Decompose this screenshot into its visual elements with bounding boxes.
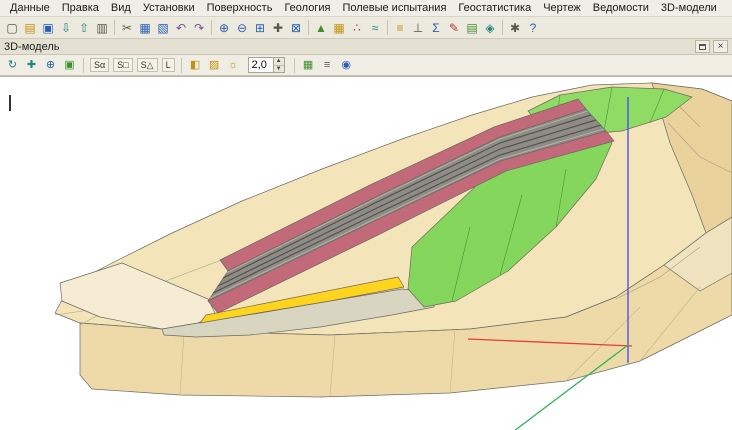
float-panel-button[interactable] [695, 40, 710, 53]
zoom-in-icon[interactable]: ⊕ [215, 19, 233, 37]
panel-3d-toolbar: ↻ ✚ ⊕ ▣ Sα S□ S△ L ◧ ▨ ☼ 2,0 ▲ ▼ ▦ ≡ ◉ [0, 55, 732, 76]
toolbar-separator [387, 20, 388, 35]
import-icon[interactable]: ⇩ [57, 19, 75, 37]
menu-item-field-tests[interactable]: Полевые испытания [336, 1, 452, 15]
panel-title: 3D-модель [4, 41, 59, 53]
vertical-scale-spinner[interactable]: 2,0 ▲ ▼ [248, 57, 285, 73]
drawing-icon[interactable]: ✎ [445, 19, 463, 37]
camera-icon[interactable]: ◉ [338, 57, 355, 74]
toolbar-separator [114, 20, 115, 35]
settings-icon[interactable]: ✱ [506, 19, 524, 37]
menu-item-drawing[interactable]: Чертеж [537, 1, 587, 15]
toggle-surface-solid-button[interactable]: S□ [113, 58, 132, 73]
export-icon[interactable]: ⇧ [75, 19, 93, 37]
orbit-icon[interactable]: ↻ [4, 57, 21, 74]
zoom-extents-icon[interactable]: ⊠ [287, 19, 305, 37]
toggle-lines-button[interactable]: L [162, 58, 175, 73]
light-icon[interactable]: ☼ [225, 57, 242, 74]
cut-icon[interactable]: ✂ [118, 19, 136, 37]
menu-item-surface[interactable]: Поверхность [201, 1, 279, 15]
viewport-3d[interactable] [0, 76, 732, 430]
viewport-canvas[interactable] [0, 77, 732, 430]
pan-view-icon[interactable]: ✚ [23, 57, 40, 74]
close-panel-button[interactable]: × [713, 40, 728, 53]
texture-icon[interactable]: ▨ [206, 57, 223, 74]
contours-icon[interactable]: ≈ [366, 19, 384, 37]
toolbar-separator [83, 58, 84, 73]
pan-icon[interactable]: ✚ [269, 19, 287, 37]
layers-3d-icon[interactable]: ≡ [319, 57, 336, 74]
menu-item-reports[interactable]: Ведомости [587, 1, 655, 15]
grid-3d-icon[interactable]: ▦ [300, 57, 317, 74]
report-icon[interactable]: ▤ [463, 19, 481, 37]
help-icon[interactable]: ? [524, 19, 542, 37]
toolbar-separator [502, 20, 503, 35]
toolbar-separator [294, 58, 295, 73]
statistics-icon[interactable]: Σ [427, 19, 445, 37]
toggle-surface-alpha-button[interactable]: Sα [90, 58, 109, 73]
grid-icon[interactable]: ▦ [330, 19, 348, 37]
menu-item-edit[interactable]: Правка [56, 1, 105, 15]
copy-icon[interactable]: ▦ [136, 19, 154, 37]
float-icon [699, 44, 706, 50]
zoom-window-icon[interactable]: ⊞ [251, 19, 269, 37]
toggle-surface-mesh-button[interactable]: S△ [137, 58, 158, 73]
undo-icon[interactable]: ↶ [172, 19, 190, 37]
zoom-out-icon[interactable]: ⊖ [233, 19, 251, 37]
model3d-icon[interactable]: ◈ [481, 19, 499, 37]
spinner-up-icon[interactable]: ▲ [274, 58, 284, 66]
vertical-scale-value[interactable]: 2,0 [249, 59, 273, 71]
fill-style-icon[interactable]: ◧ [187, 57, 204, 74]
paste-icon[interactable]: ▧ [154, 19, 172, 37]
menu-item-settings[interactable]: Установки [137, 1, 201, 15]
fit-view-icon[interactable]: ▣ [61, 57, 78, 74]
new-file-icon[interactable]: ▢ [3, 19, 21, 37]
toolbar-separator [308, 20, 309, 35]
zoom-view-icon[interactable]: ⊕ [42, 57, 59, 74]
menu-item-view[interactable]: Вид [105, 1, 137, 15]
menu-item-geostatistics[interactable]: Геостатистика [452, 1, 537, 15]
surface-icon[interactable]: ▲ [312, 19, 330, 37]
spinner-arrows: ▲ ▼ [273, 58, 284, 72]
print-icon[interactable]: ▥ [93, 19, 111, 37]
spinner-down-icon[interactable]: ▼ [274, 66, 284, 73]
menu-item-data[interactable]: Данные [4, 1, 56, 15]
toolbar-separator [211, 20, 212, 35]
panel-title-bar: 3D-модель × [0, 39, 732, 55]
points-icon[interactable]: ∴ [348, 19, 366, 37]
open-file-icon[interactable]: ▤ [21, 19, 39, 37]
menu-item-geology[interactable]: Геология [278, 1, 336, 15]
menu-item-3d-models[interactable]: 3D-модели [655, 1, 723, 15]
save-icon[interactable]: ▣ [39, 19, 57, 37]
geology-icon[interactable]: ≡ [391, 19, 409, 37]
borehole-icon[interactable]: ⊥ [409, 19, 427, 37]
menu-bar: Данные Правка Вид Установки Поверхность … [0, 0, 732, 17]
toolbar-separator [181, 58, 182, 73]
redo-icon[interactable]: ↷ [190, 19, 208, 37]
main-toolbar: ▢ ▤ ▣ ⇩ ⇧ ▥ ✂ ▦ ▧ ↶ ↷ ⊕ ⊖ ⊞ ✚ ⊠ ▲ ▦ ∴ ≈ … [0, 17, 732, 39]
